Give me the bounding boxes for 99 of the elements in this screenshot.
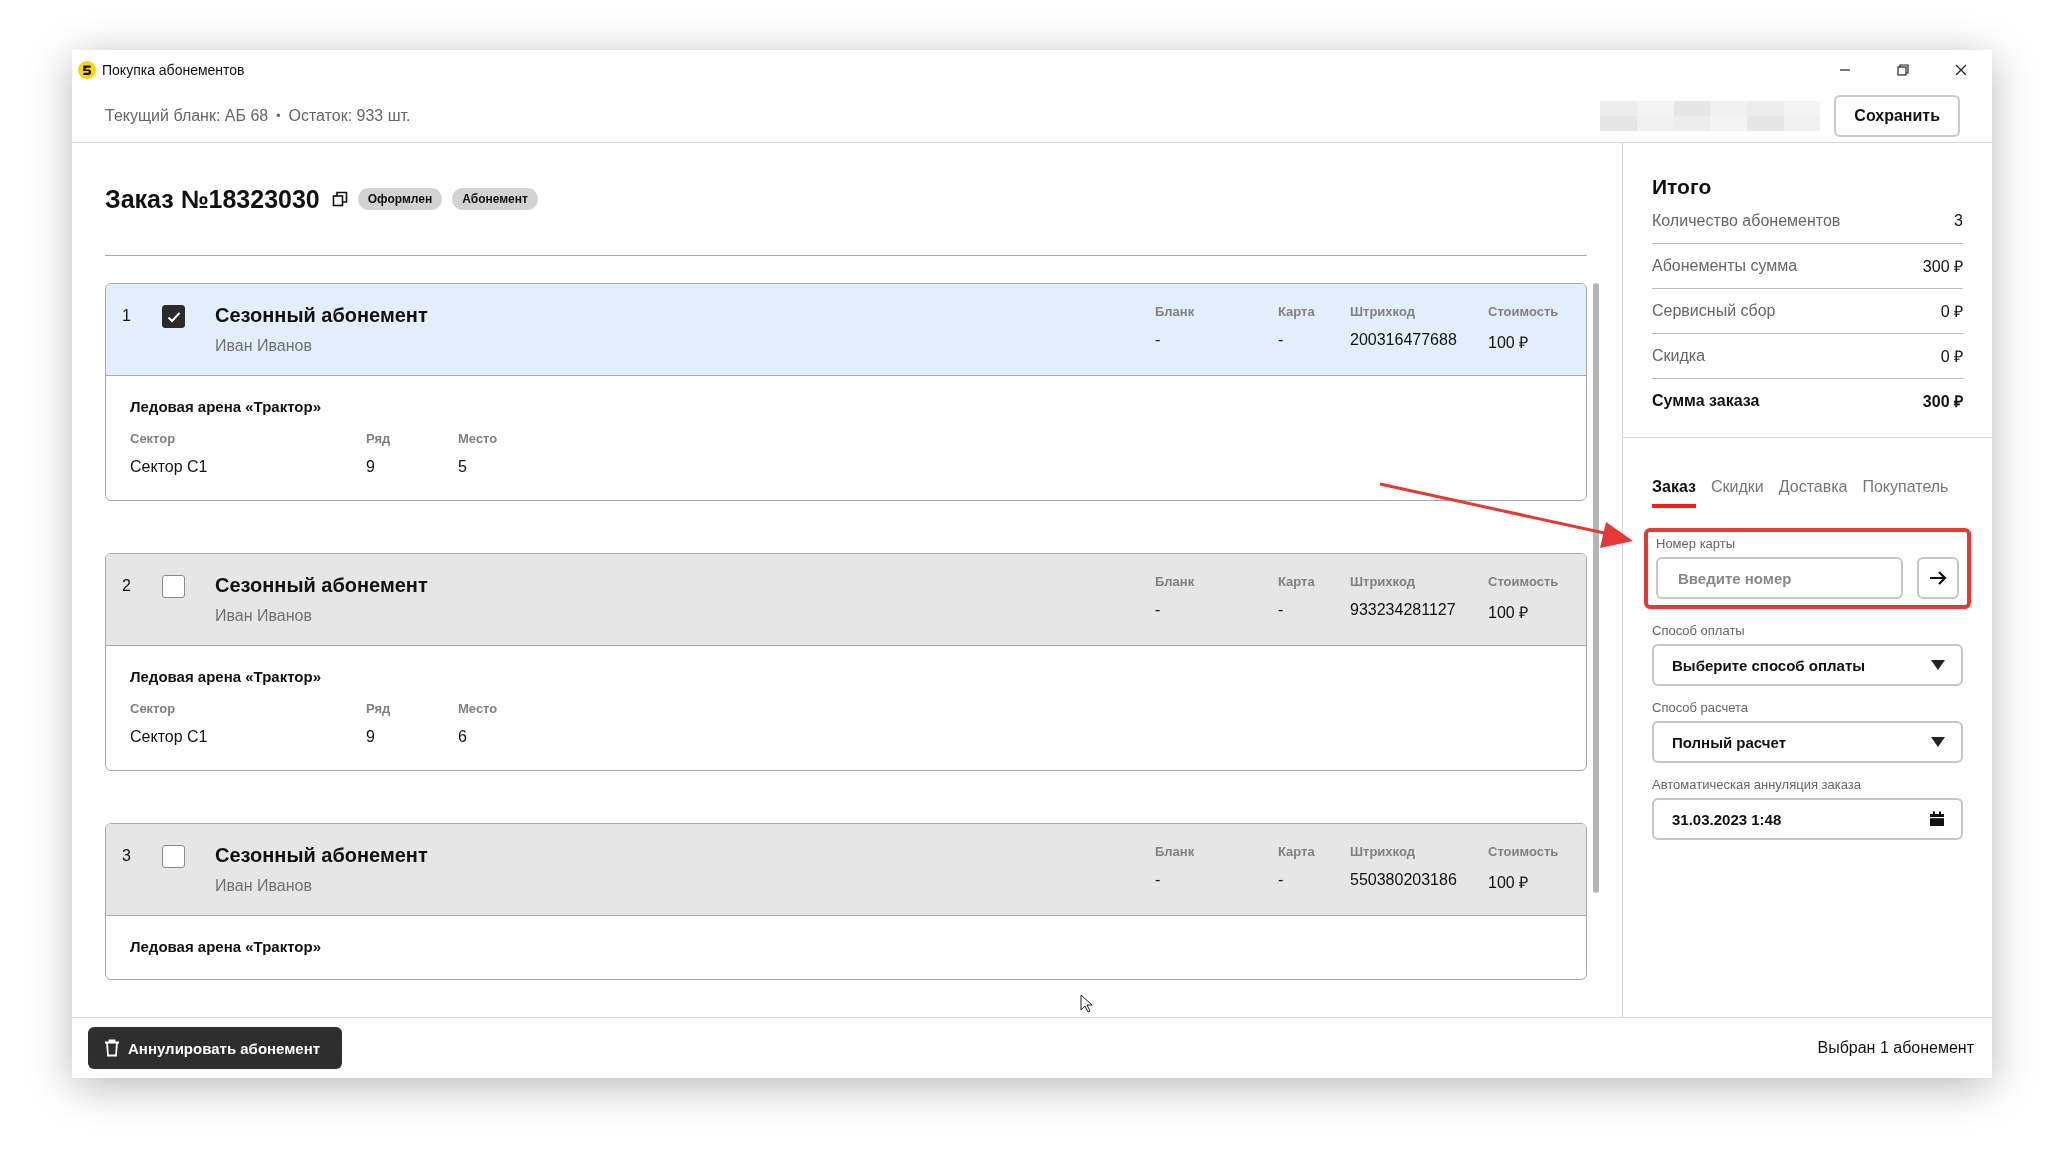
checkbox[interactable] (162, 575, 185, 598)
summary-value: 3 (1954, 212, 1963, 230)
field-label: Штрихкод (1350, 304, 1416, 319)
field-label: Номер карты (1656, 536, 1737, 551)
separator-dot: • (276, 109, 281, 123)
seat-label: Место (458, 431, 498, 446)
seat-value: Сектор С1 (130, 728, 209, 746)
dropdown-icon (1931, 660, 1945, 670)
cancel-subscription-button[interactable]: Аннулировать абонемент (88, 1027, 343, 1069)
selection-status: Выбран 1 абонемент (1817, 1039, 1974, 1057)
row-number: 3 (122, 846, 132, 865)
field-value: 100 ₽ (1488, 603, 1530, 623)
current-blank-text: Текущий бланк: АБ 68 (105, 107, 269, 125)
remaining-text: Остаток: 933 шт. (288, 107, 411, 125)
field-label: Автоматическая аннуляция заказа (1652, 777, 1862, 792)
field-label: Стоимость (1488, 304, 1560, 319)
summary-value: 0 ₽ (1940, 302, 1963, 322)
summary-value: 300 ₽ (1922, 257, 1963, 277)
seat-value: Сектор С1 (130, 458, 209, 476)
checkbox[interactable] (162, 305, 185, 328)
summary-label: Количество абонементов (1652, 212, 1841, 230)
field-label: Бланк (1155, 574, 1196, 589)
field-label: Бланк (1155, 304, 1196, 319)
payment-select[interactable]: Выберите способ оплаты (1652, 644, 1963, 686)
summary-label: Сервисный сбор (1652, 302, 1776, 320)
date-field[interactable]: 31.03.2023 1:48 (1652, 798, 1963, 840)
holder-name: Иван Иванов (215, 877, 313, 895)
summary-label: Скидка (1652, 347, 1706, 365)
tab[interactable]: Доставка (1778, 478, 1848, 508)
field-value: 100 ₽ (1488, 333, 1530, 353)
seat-label: Ряд (366, 701, 392, 716)
seat-value: 5 (458, 458, 468, 476)
field-label: Штрихкод (1350, 844, 1416, 859)
seat-value: 9 (366, 728, 376, 746)
field-label: Карта (1278, 304, 1316, 319)
window-title: Покупка абонементов (102, 62, 245, 78)
ticket-name: Сезонный абонемент (215, 844, 429, 867)
seat-label: Сектор (130, 431, 177, 446)
card-number-field[interactable]: Введите номер (1656, 557, 1903, 599)
row-number: 2 (122, 576, 132, 595)
field-label: Штрихкод (1350, 574, 1416, 589)
logo-icon (78, 61, 96, 79)
venue-name: Ледовая арена «Трактор» (130, 668, 322, 685)
field-value: - (1278, 871, 1285, 889)
venue-name: Ледовая арена «Трактор» (130, 398, 322, 415)
holder-name: Иван Иванов (215, 337, 313, 355)
settlement-select[interactable]: Полный расчет (1652, 721, 1963, 763)
field-label: Карта (1278, 574, 1316, 589)
ticket-header[interactable]: 1 Сезонный абонемент Иван Иванов Бланк - Карта - Штрихкод 200316477688 Стоимость 100 ₽ (106, 284, 1586, 376)
summary-title: Итого (1651, 174, 1713, 199)
seat-label: Место (458, 701, 498, 716)
field-value: - (1278, 601, 1285, 619)
summary-value: 300 ₽ (1922, 392, 1963, 412)
holder-name: Иван Иванов (215, 607, 313, 625)
field-value: - (1155, 871, 1162, 889)
summary-label: Сумма заказа (1652, 392, 1760, 410)
ticket-name: Сезонный абонемент (215, 304, 429, 327)
dropdown-icon (1931, 737, 1945, 747)
ticket-header[interactable]: 3 Сезонный абонемент Иван Иванов Бланк - Карта - Штрихкод 550380203186 Стоимость 100 ₽ (106, 824, 1586, 916)
calendar-icon[interactable] (1929, 811, 1945, 827)
field-value: 550380203186 (1350, 871, 1458, 889)
field-value: - (1155, 601, 1162, 619)
summary-value: 0 ₽ (1940, 347, 1963, 367)
ticket-name: Сезонный абонемент (215, 574, 429, 597)
close-icon[interactable] (1954, 63, 1968, 77)
row-number: 1 (122, 306, 132, 325)
field-label: Способ расчета (1652, 700, 1749, 715)
field-value: 200316477688 (1350, 331, 1458, 349)
venue-name: Ледовая арена «Трактор» (130, 938, 322, 955)
field-value: - (1155, 331, 1162, 349)
copy-icon[interactable] (331, 191, 348, 207)
summary-label: Абонементы сумма (1652, 257, 1798, 275)
submit-button[interactable] (1917, 557, 1959, 599)
field-label: Способ оплаты (1652, 623, 1746, 638)
status-tag: Абонемент (452, 188, 538, 210)
seat-label: Сектор (130, 701, 177, 716)
cursor-icon (1080, 994, 1094, 1014)
checkbox[interactable] (162, 845, 185, 868)
restore-icon[interactable] (1896, 63, 1910, 77)
seat-label: Ряд (366, 431, 392, 446)
field-label: Бланк (1155, 844, 1196, 859)
field-label: Карта (1278, 844, 1316, 859)
field-value: - (1278, 331, 1285, 349)
trash-icon (104, 1039, 120, 1057)
field-label: Стоимость (1488, 844, 1560, 859)
field-value: 933234281127 (1350, 601, 1457, 619)
status-tag: Оформлен (357, 188, 443, 210)
order-title: Заказ №18323030 (105, 184, 320, 214)
scrollbar[interactable] (1593, 283, 1599, 893)
field-value: 100 ₽ (1488, 873, 1530, 893)
tab[interactable]: Скидки (1711, 478, 1764, 508)
tab[interactable]: Заказ (1652, 478, 1696, 508)
seat-value: 9 (366, 458, 376, 476)
ticket-header[interactable]: 2 Сезонный абонемент Иван Иванов Бланк - Карта - Штрихкод 933234281127 Стоимость 100 ₽ (106, 554, 1586, 646)
save-button[interactable]: Сохранить (1834, 95, 1960, 137)
tab[interactable]: Покупатель (1862, 478, 1949, 508)
arrow-right-icon (1928, 570, 1948, 586)
seat-value: 6 (458, 728, 468, 746)
field-label: Стоимость (1488, 574, 1560, 589)
